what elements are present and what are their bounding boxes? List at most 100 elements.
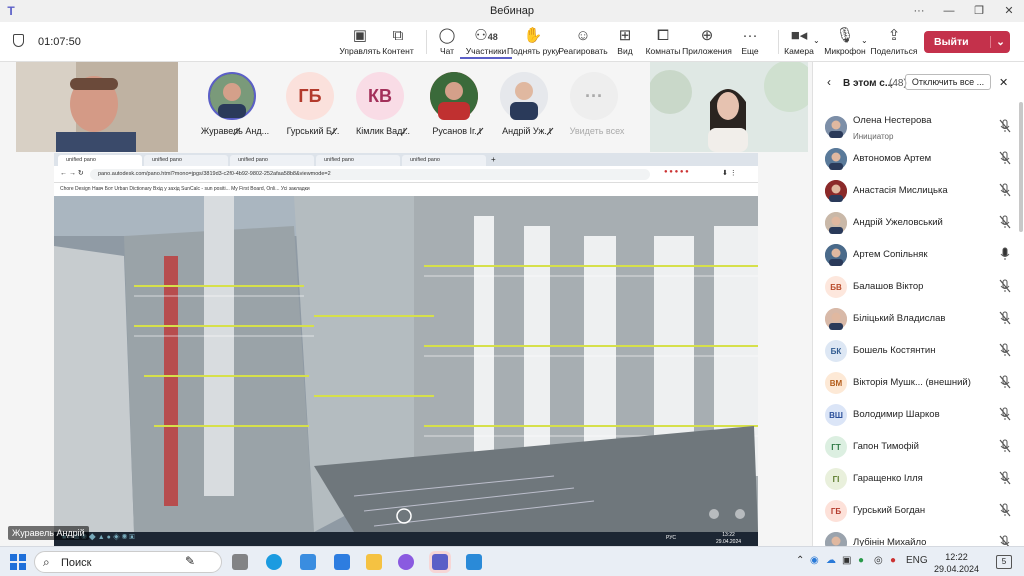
participants-button[interactable]: ⚇48 Участники <box>460 26 512 59</box>
taskbar-clock[interactable]: 12:22 29.04.2024 <box>934 551 979 575</box>
video-tile-self[interactable] <box>16 62 178 152</box>
bookmarks-bar: Chore Design Навч Бот Urban Dictionary В… <box>54 183 758 196</box>
presenter-label: Журавель Андрій <box>8 526 89 540</box>
close-icon[interactable]: ✕ <box>999 76 1008 89</box>
participant-row[interactable]: Автономов Артем <box>825 142 1015 174</box>
participant-video <box>16 62 178 152</box>
notifications-icon[interactable]: 5 <box>996 555 1012 569</box>
browser-tab[interactable]: unified pano <box>230 155 314 166</box>
participant-name: Олена Нестерова <box>853 115 932 126</box>
photos-icon[interactable] <box>466 554 482 570</box>
mic-off-icon <box>999 343 1011 357</box>
new-tab-icon[interactable]: + <box>488 153 496 166</box>
teams-taskbar-icon[interactable] <box>432 554 448 570</box>
minimize-icon[interactable]: — <box>934 0 964 22</box>
avatar: БВ <box>825 276 847 298</box>
participant-row[interactable]: ВШ Володимир Шарков <box>825 398 1015 430</box>
avatar <box>825 244 847 266</box>
mic-off-icon <box>546 127 554 136</box>
panel-header: ‹ В этом с... (48) Отключить все ... ✕ <box>813 74 1024 94</box>
avatar <box>430 72 478 120</box>
leave-label: Выйти <box>934 36 969 48</box>
share-button[interactable]: ⇪ Поделиться <box>868 26 920 56</box>
file-explorer-icon[interactable] <box>366 554 382 570</box>
participant-row[interactable]: ГІ Гаращенко Ілля <box>825 462 1015 494</box>
extension-icon[interactable]: ● ● ● ● ● <box>664 169 689 175</box>
participant-tile[interactable]: Журавель Анд... <box>190 62 280 152</box>
participant-name: Вікторія Мушк... (внешний) <box>853 377 971 388</box>
browser-tab[interactable]: unified pano <box>58 155 142 166</box>
raise-hand-button[interactable]: ✋ Поднять руку <box>507 26 560 56</box>
panorama-view[interactable] <box>54 196 758 532</box>
avatar <box>208 72 256 120</box>
participant-row[interactable]: БВ Балашов Віктор <box>825 270 1015 302</box>
mic-off-icon <box>999 503 1011 517</box>
url-field[interactable]: pano.autodesk.com/pano.html?mono=jpgs/38… <box>90 169 650 180</box>
shared-clock: 13:22 29.04.2024 <box>716 532 742 545</box>
browser-menu-icon[interactable]: ⬇ ⋮ <box>722 169 737 177</box>
language-indicator[interactable]: ENG <box>906 555 928 566</box>
participant-name: Артем Сопільняк <box>853 249 928 260</box>
mic-off-icon <box>999 407 1011 421</box>
browser-tab[interactable]: unified pano <box>402 155 486 166</box>
participant-row[interactable]: Андрій Ужеловський <box>825 206 1015 238</box>
participant-row[interactable]: ГТ Гапон Тимофій <box>825 430 1015 462</box>
avatar: ГІ <box>825 468 847 490</box>
participant-row[interactable]: БК Бошель Костянтин <box>825 334 1015 366</box>
content-button[interactable]: ⧉ Контент <box>372 26 424 56</box>
avatar <box>825 212 847 234</box>
close-icon[interactable]: ✕ <box>994 0 1024 22</box>
copilot-icon[interactable] <box>398 554 414 570</box>
back-icon[interactable]: ← → ↻ <box>60 169 84 177</box>
edge-icon[interactable] <box>266 554 282 570</box>
more-options-icon[interactable]: ··· <box>904 0 934 22</box>
windows-start-icon[interactable] <box>10 554 26 570</box>
participant-row[interactable]: ВМ Вікторія Мушк... (внешний) <box>825 366 1015 398</box>
tray-app-icon[interactable]: ● <box>858 555 864 566</box>
participant-row[interactable]: Анастасія Мислицька <box>825 174 1015 206</box>
see-all-tile[interactable]: ··· Увидеть всех <box>552 62 640 152</box>
restore-icon[interactable]: ❐ <box>964 0 994 22</box>
app-icon[interactable] <box>334 554 350 570</box>
task-view-icon[interactable] <box>232 554 248 570</box>
mic-off-icon <box>999 119 1011 133</box>
participant-row[interactable]: Біліцький Владислав <box>825 302 1015 334</box>
mute-all-button[interactable]: Отключить все ... <box>905 74 991 90</box>
taskbar-search[interactable]: ⌕ Поиск ✎ <box>34 551 222 573</box>
chevron-down-icon[interactable]: ⌄ <box>990 36 1010 48</box>
mic-chevron-icon[interactable]: ⌄ <box>861 36 868 45</box>
participant-row[interactable]: Олена Нестерова Инициатор <box>825 110 1015 142</box>
participants-count: 48 <box>487 32 498 42</box>
participant-row[interactable]: ГБ Гурський Богдан <box>825 494 1015 526</box>
tray-app-icon[interactable]: ◎ <box>874 555 883 566</box>
hand-icon: ✋ <box>523 27 543 44</box>
mic-off-icon <box>999 375 1011 389</box>
mail-icon[interactable] <box>300 554 316 570</box>
video-gallery: Журавель Анд... ГБ Гурський Б... КВ Кімл… <box>0 62 810 152</box>
search-highlight-icon: ✎ <box>185 554 196 568</box>
meeting-timer: 01:07:50 <box>38 36 81 48</box>
scrollbar[interactable] <box>1019 102 1023 232</box>
windows-taskbar: ⌕ Поиск ✎ ⌃ ◉ ☁ ▣ ● ◎ ● ENG 12:22 29.04.2… <box>0 546 1024 576</box>
more-button[interactable]: ··· Еще <box>724 26 776 56</box>
tray-app-icon[interactable]: ▣ <box>842 555 851 566</box>
mic-off-icon <box>999 183 1011 197</box>
avatar <box>825 148 847 170</box>
browser-tab[interactable]: unified pano <box>316 155 400 166</box>
tray-app-icon[interactable]: ● <box>890 555 896 566</box>
onedrive-icon[interactable]: ☁ <box>826 555 836 566</box>
avatar <box>825 308 847 330</box>
tray-chevron-icon[interactable]: ⌃ <box>796 555 804 566</box>
see-all-label: Увидеть всех <box>569 126 625 136</box>
participant-name: Гапон Тимофій <box>853 441 919 452</box>
share-icon: ⧉ <box>392 27 404 44</box>
video-tile-speaker[interactable] <box>650 62 808 152</box>
participant-name: Балашов Віктор <box>853 281 924 292</box>
tray-app-icon[interactable]: ◉ <box>810 555 819 566</box>
avatar <box>825 180 847 202</box>
avatar <box>500 72 548 120</box>
browser-tab[interactable]: unified pano <box>144 155 228 166</box>
participant-row[interactable]: Артем Сопільняк <box>825 238 1015 270</box>
chevron-left-icon[interactable]: ‹ <box>827 75 831 89</box>
leave-button[interactable]: Выйти ⌄ <box>924 31 1010 53</box>
